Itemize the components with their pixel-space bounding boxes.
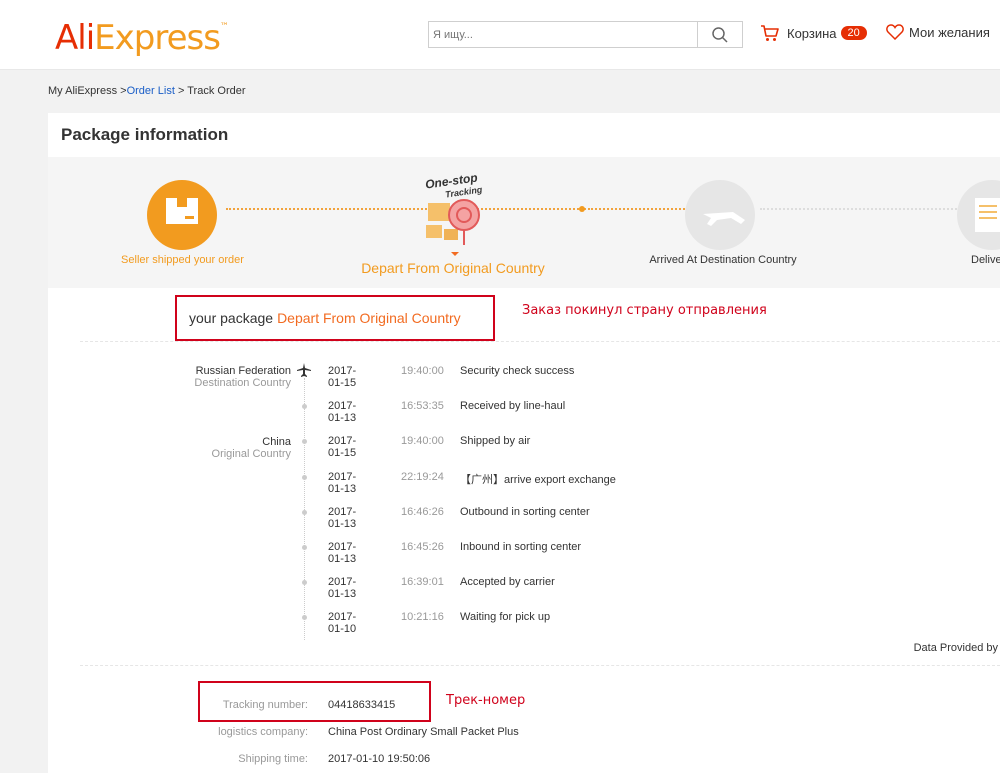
- tracking-annotation: Трек-номер: [446, 693, 526, 708]
- event-desc: Shipped by air: [460, 435, 531, 447]
- breadcrumb-separator: >: [177, 85, 185, 97]
- logo-express-text: Express: [94, 18, 221, 58]
- timeline-dot: [302, 510, 307, 515]
- step-1-label: Seller shipped your order: [121, 254, 244, 266]
- logo-trademark: ™: [219, 22, 229, 32]
- progress-line-2: [588, 208, 688, 210]
- timeline-line: [304, 378, 305, 640]
- panel-title: Package information: [61, 125, 229, 144]
- search-input[interactable]: [429, 22, 698, 47]
- logistics-company-label: logistics company:: [218, 726, 308, 738]
- country-name: China: [262, 436, 291, 448]
- current-step-caret: [451, 252, 459, 256]
- breadcrumb-home[interactable]: My AliExpress: [48, 85, 117, 97]
- shipping-time-value: 2017-01-10 19:50:06: [328, 753, 431, 765]
- event-date: 2017-01-13: [328, 506, 357, 530]
- aliexpress-logo[interactable]: AliExpress™: [55, 18, 229, 58]
- status-highlight: Depart From Original Country: [277, 310, 461, 326]
- event-date: 2017-01-13: [328, 471, 357, 495]
- breadcrumb-order-list[interactable]: Order List: [127, 85, 175, 97]
- logo-ali-text: Ali: [55, 18, 95, 58]
- wishlist-link[interactable]: Мои желания: [886, 24, 990, 40]
- status-prefix: your package: [189, 310, 274, 326]
- country-name: Russian Federation: [195, 365, 291, 377]
- event-desc: Security check success: [460, 365, 575, 377]
- event-time: 19:40:00: [401, 435, 444, 447]
- cart-count-badge: 20: [840, 26, 867, 40]
- event-desc: Waiting for pick up: [460, 611, 551, 623]
- search-bar: [428, 21, 743, 48]
- event-date: 2017-01-13: [328, 541, 357, 565]
- event-time: 16:53:35: [401, 400, 444, 412]
- event-desc: Accepted by carrier: [460, 576, 555, 588]
- event-time: 19:40:00: [401, 365, 444, 377]
- site-header: AliExpress™ Корзина 20 Мои желания: [0, 0, 1000, 70]
- step-arrived-destination: [685, 180, 755, 250]
- country-role: Original Country: [211, 448, 291, 460]
- heart-icon: [886, 24, 904, 40]
- cart-link[interactable]: Корзина 20: [760, 24, 867, 42]
- divider: [80, 665, 1000, 666]
- package-status-box: your package Depart From Original Countr…: [175, 295, 495, 341]
- timeline-dot: [302, 404, 307, 409]
- timeline-dot: [302, 439, 307, 444]
- step-seller-shipped: [147, 180, 217, 250]
- tracking-number-value[interactable]: 04418633415: [328, 699, 395, 711]
- package-info-panel: Package information Seller shipped your …: [48, 113, 1000, 773]
- event-desc: Inbound in sorting center: [460, 541, 582, 553]
- step-4-label: Delive: [971, 254, 1000, 266]
- logistics-company-value: China Post Ordinary Small Packet Plus: [328, 726, 519, 738]
- origin-country: China Original Country: [61, 436, 291, 460]
- cart-icon: [761, 25, 779, 41]
- event-date: 2017-01-10: [328, 611, 357, 635]
- country-role: Destination Country: [194, 377, 291, 389]
- cart-label: Корзина: [787, 25, 837, 41]
- breadcrumb-current: Track Order: [187, 85, 246, 97]
- timeline-dot: [302, 580, 307, 585]
- airplane-icon: [703, 212, 745, 226]
- delivery-icon: [975, 198, 1000, 232]
- box-icon: [166, 198, 198, 224]
- shipping-time-label: Shipping time:: [238, 753, 308, 765]
- tracking-number-label: Tracking number:: [222, 699, 308, 711]
- destination-country: Russian Federation Destination Country: [61, 365, 291, 389]
- event-date: 2017-01-13: [328, 400, 357, 424]
- progress-steps: Seller shipped your order One-stop Track…: [48, 157, 1000, 288]
- wishlist-label: Мои желания: [909, 24, 990, 40]
- progress-line-3: [760, 208, 960, 210]
- timeline-dot: [302, 475, 307, 480]
- search-icon: [712, 26, 728, 43]
- step-delivered: [957, 180, 1000, 250]
- event-desc: Received by line-haul: [460, 400, 566, 412]
- event-time: 16:45:26: [401, 541, 444, 553]
- event-time: 10:21:16: [401, 611, 444, 623]
- event-time: 16:39:01: [401, 576, 444, 588]
- timeline-dot: [302, 615, 307, 620]
- event-date: 2017-01-15: [328, 435, 357, 459]
- event-time: 16:46:26: [401, 506, 444, 518]
- divider: [80, 341, 1000, 342]
- breadcrumb: My AliExpress >Order List > Track Order: [48, 85, 246, 97]
- search-button[interactable]: [698, 22, 742, 47]
- status-annotation: Заказ покинул страну отправления: [522, 303, 767, 318]
- progress-line-1: [226, 208, 586, 210]
- event-date: 2017-01-15: [328, 365, 357, 389]
- timeline-dot: [302, 545, 307, 550]
- event-time: 22:19:24: [401, 471, 444, 483]
- step-3-label: Arrived At Destination Country: [649, 254, 797, 266]
- step-2-label: Depart From Original Country: [361, 260, 545, 276]
- data-provided-by: Data Provided by: [913, 642, 998, 654]
- progress-dot: [579, 206, 585, 212]
- event-date: 2017-01-13: [328, 576, 357, 600]
- event-desc: 【广州】arrive export exchange: [460, 474, 616, 486]
- airplane-marker-icon: [297, 363, 311, 377]
- event-desc: Outbound in sorting center: [460, 506, 590, 518]
